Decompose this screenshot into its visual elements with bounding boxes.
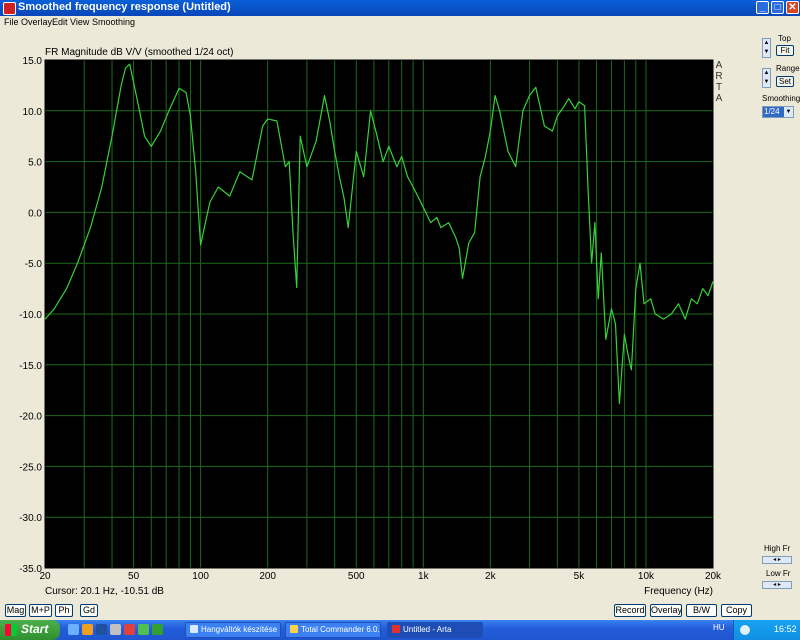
y-tick-label: 5.0 [28,158,42,169]
cursor-readout: Cursor: 20.1 Hz, -10.51 dB [45,586,164,597]
menu-overlay[interactable]: Overlay [21,16,52,28]
chart-title: FR Magnitude dB V/V (smoothed 1/24 oct) [45,47,233,58]
x-tick-label: 2k [485,571,497,582]
save-icon[interactable] [96,624,107,635]
start-button[interactable]: Start [0,620,60,640]
media-icon[interactable] [138,624,149,635]
high-fr-spinner[interactable]: ◂ ▸ [762,556,792,564]
x-tick-label: 500 [348,571,365,582]
chevron-down-icon[interactable]: ▼ [784,107,793,117]
right-control-panel: Top ▲ ▼ Fit Range ▲ ▼ Set Smoothing 1/24 ▼… [756,28,800,600]
close-button[interactable]: ✕ [786,1,799,14]
fit-button[interactable]: Fit [776,45,794,56]
task-item-active[interactable]: Untitled - Arta [387,622,483,638]
gd-button[interactable]: Gd [80,604,98,617]
y-tick-label: 0.0 [28,208,42,219]
spin-up-icon[interactable]: ▲ [763,39,770,48]
low-fr-spinner[interactable]: ◂ ▸ [762,581,792,589]
menu-bar: File Overlay Edit View Smoothing [0,16,800,28]
system-tray: 16:52 [733,620,800,640]
minimize-button[interactable]: _ [756,1,769,14]
frequency-response-chart[interactable]: 15.0 10.0 5.0 0.0 -5.0 -10.0 -15.0 -20.0 -25.0 -3… [0,28,754,600]
top-label: Top [778,34,791,43]
menu-smoothing[interactable]: Smoothing [92,16,135,28]
arta-app-icon [392,625,400,633]
taskbar: Start Hangváltók készítése ... Total Com… [0,620,800,640]
tool-icon[interactable] [110,624,121,635]
app-icon[interactable] [124,624,135,635]
x-tick-label: 10k [638,571,655,582]
x-tick-label: 20 [39,571,51,582]
y-tick-label: -30.0 [19,513,42,524]
high-fr-label: High Fr [764,544,791,553]
y-tick-label: 10.0 [23,107,43,118]
arta-watermark: ARTA [715,60,722,104]
x-tick-label: 1k [418,571,430,582]
bottom-button-bar: Mag M+P Ph Gd Record Overlay B/W Copy [0,600,800,620]
y-tick-label: -20.0 [19,412,42,423]
watermark-letter: A [716,60,723,71]
mag-button[interactable]: Mag [5,604,26,617]
watermark-letter: A [716,93,723,104]
y-tick-label: -5.0 [25,259,43,270]
y-tick-label: -25.0 [19,462,42,473]
windows-logo-icon [5,624,17,636]
smoothing-value: 1/24 [763,107,784,117]
smoothing-label: Smoothing [762,94,800,103]
spin-up-icon[interactable]: ▲ [763,69,770,78]
folder-icon [290,625,298,633]
task-item[interactable]: Hangváltók készítése ... [185,622,281,638]
x-tick-label: 50 [128,571,140,582]
record-button[interactable]: Record [614,604,646,617]
window-titlebar[interactable]: Smoothed frequency response (Untitled) _… [0,0,800,16]
plot-area: 15.0 10.0 5.0 0.0 -5.0 -10.0 -15.0 -20.0 -25.0 -3… [0,28,754,600]
ph-button[interactable]: Ph [55,604,73,617]
smoothing-select[interactable]: 1/24 ▼ [762,106,794,118]
low-fr-label: Low Fr [766,569,791,578]
set-button[interactable]: Set [776,76,794,87]
volume-icon[interactable] [740,625,750,635]
x-axis-label: Frequency (Hz) [644,586,713,597]
bw-button[interactable]: B/W [686,604,717,617]
x-tick-label: 20k [705,571,722,582]
watermark-letter: R [715,71,722,82]
copy-button[interactable]: Copy [721,604,752,617]
h-app-icon[interactable] [152,624,163,635]
x-tick-label: 200 [259,571,276,582]
ie-icon[interactable] [68,624,79,635]
watermark-letter: T [716,82,722,93]
clock[interactable]: 16:52 [774,624,797,634]
overlay-button[interactable]: Overlay [650,604,682,617]
x-tick-label: 5k [574,571,586,582]
top-spinner[interactable]: ▲ ▼ [762,38,771,58]
menu-file[interactable]: File [4,16,19,28]
y-tick-label: -10.0 [19,310,42,321]
language-indicator[interactable]: HU [713,623,725,632]
range-spinner[interactable]: ▲ ▼ [762,68,771,88]
window-title: Smoothed frequency response (Untitled) [18,1,231,13]
y-tick-label: 15.0 [23,56,43,67]
ie-icon [190,625,198,633]
arta-app-icon [3,2,16,15]
x-tick-label: 100 [192,571,209,582]
range-label: Range [776,64,800,73]
menu-edit[interactable]: Edit [52,16,68,28]
firefox-icon[interactable] [82,624,93,635]
task-item[interactable]: Total Commander 6.0... [285,622,381,638]
spin-down-icon[interactable]: ▼ [763,78,770,87]
mp-button[interactable]: M+P [29,604,52,617]
spin-down-icon[interactable]: ▼ [763,48,770,57]
maximize-button[interactable]: □ [771,1,784,14]
start-label: Start [21,622,49,636]
menu-view[interactable]: View [70,16,89,28]
y-tick-label: -15.0 [19,361,42,372]
